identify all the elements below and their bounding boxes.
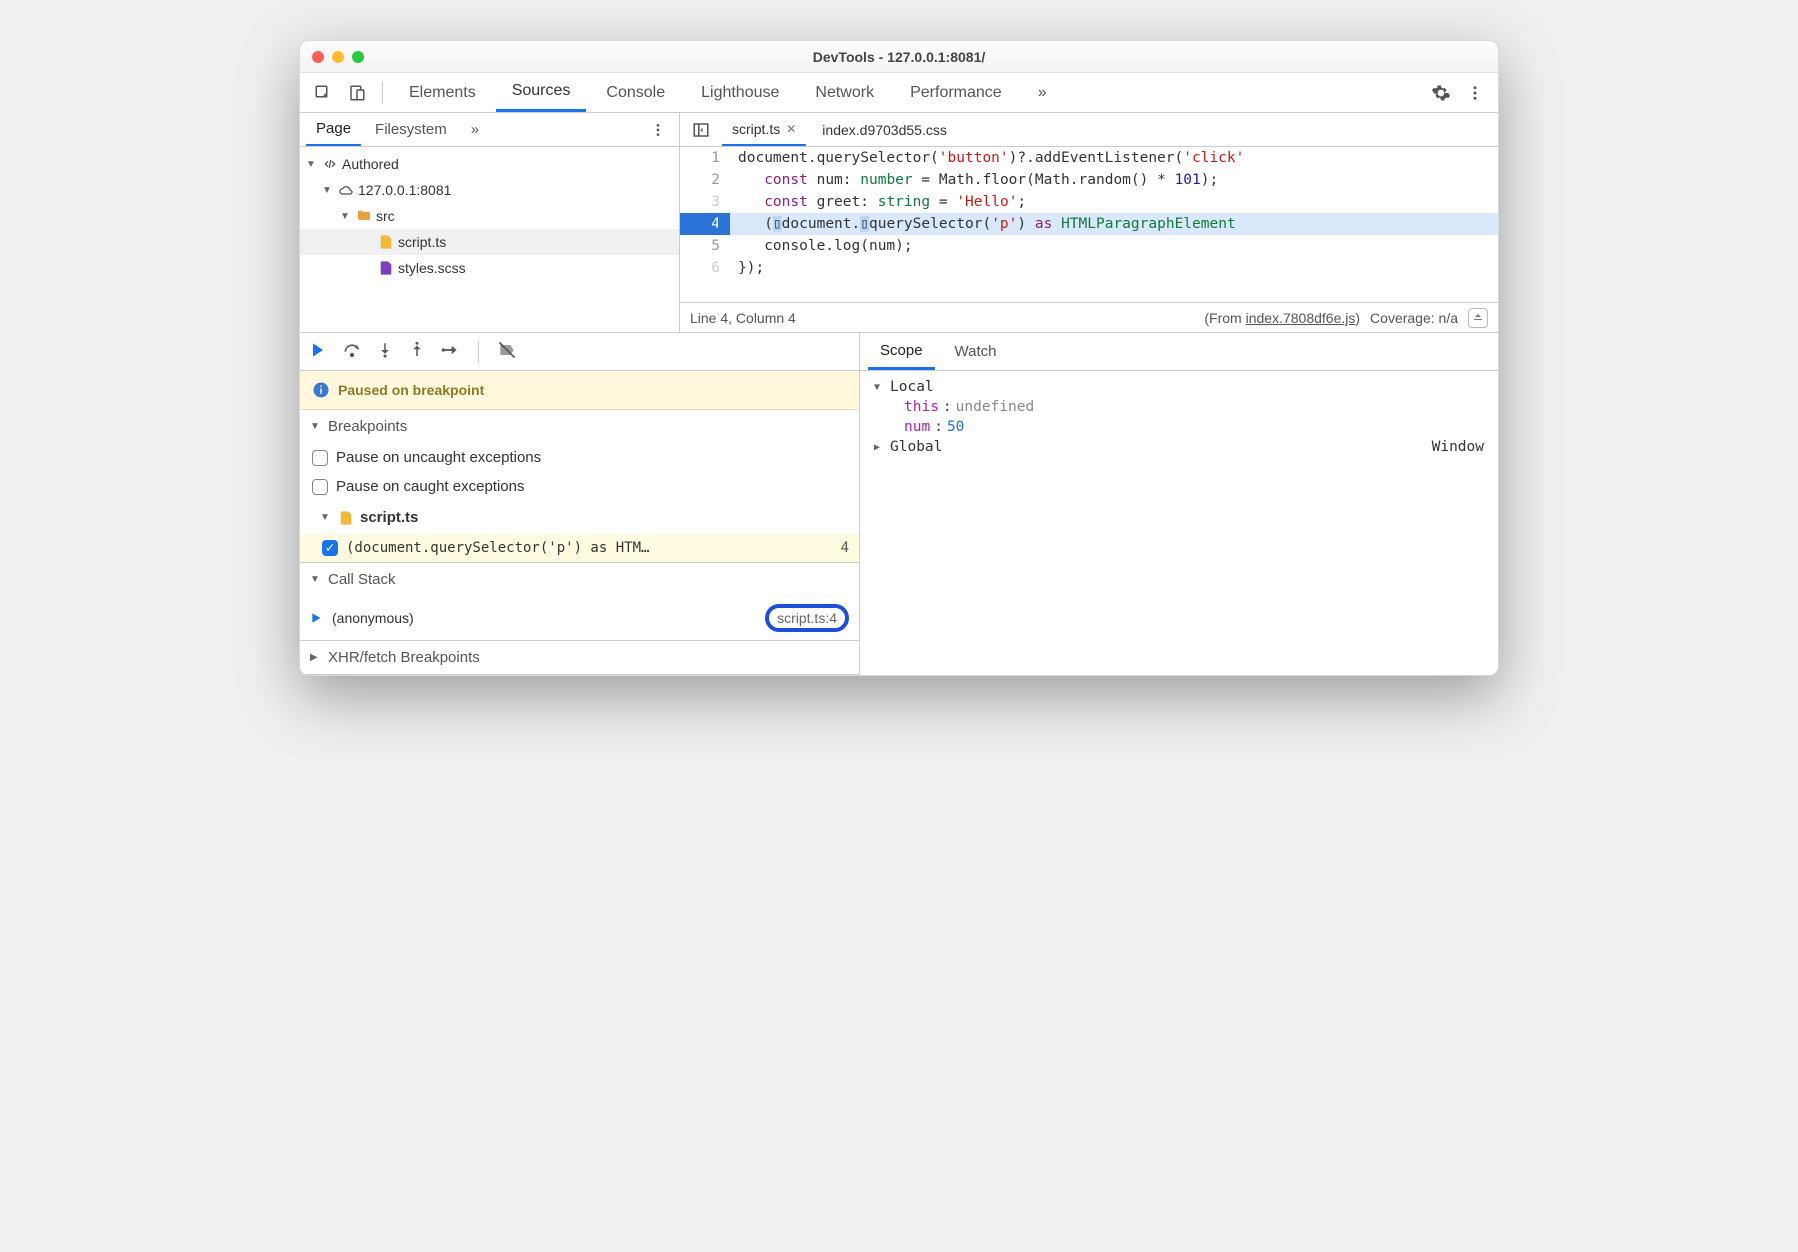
separator — [478, 341, 479, 363]
editor-statusbar: Line 4, Column 4 (From index.7808df6e.js… — [680, 302, 1498, 332]
navigator-tabs: Page Filesystem » — [300, 113, 679, 147]
navtab-page[interactable]: Page — [306, 113, 361, 146]
sourcemap-origin: (From index.7808df6e.js) — [1204, 310, 1360, 326]
more-menu-icon[interactable] — [1460, 78, 1490, 108]
file-script-icon — [378, 234, 394, 250]
editor-tabs: script.ts ✕ index.d9703d55.css — [680, 113, 1498, 147]
breakpoint-file-header[interactable]: ▼ script.ts — [300, 501, 859, 534]
folder-icon — [356, 208, 372, 224]
scope-tabs: Scope Watch — [860, 333, 1498, 371]
tab-elements[interactable]: Elements — [393, 73, 492, 112]
debugger-left: Paused on breakpoint ▼Breakpoints Pause … — [300, 333, 860, 675]
gutter-line[interactable]: 2 — [680, 169, 730, 191]
file-style-icon — [378, 260, 394, 276]
toggle-navigator-icon[interactable] — [686, 115, 716, 145]
window-title: DevTools - 127.0.0.1:8081/ — [300, 49, 1498, 65]
callstack-section: ▼Call Stack (anonymous) script.ts:4 — [300, 563, 859, 641]
breakpoints-header[interactable]: ▼Breakpoints — [300, 410, 859, 443]
resume-button[interactable] — [308, 340, 328, 363]
breakpoint-row[interactable]: ✓ (document.querySelector('p') as HTM… 4 — [300, 534, 859, 562]
tree-node-host[interactable]: ▼ 127.0.0.1:8081 — [300, 177, 679, 203]
scope-body: ▼Local this: undefined num: 50 ▶GlobalWi… — [860, 371, 1498, 463]
coverage-status: Coverage: n/a — [1370, 310, 1458, 326]
step-out-button[interactable] — [408, 341, 426, 362]
tab-scope[interactable]: Scope — [868, 333, 935, 370]
navtab-overflow[interactable]: » — [461, 113, 489, 146]
scope-global-header[interactable]: ▶GlobalWindow — [864, 437, 1494, 457]
pause-caught-checkbox[interactable]: Pause on caught exceptions — [300, 472, 859, 501]
callstack-frame[interactable]: (anonymous) script.ts:4 — [300, 596, 859, 640]
settings-icon[interactable] — [1426, 78, 1456, 108]
gutter-line[interactable]: 6 — [680, 257, 730, 279]
debugger-toolbar — [300, 333, 859, 371]
gutter-line[interactable]: 1 — [680, 147, 730, 169]
editor-panel: script.ts ✕ index.d9703d55.css 1document… — [680, 113, 1498, 332]
scope-panel: Scope Watch ▼Local this: undefined num: … — [860, 333, 1498, 675]
cloud-icon — [338, 182, 354, 198]
tree-file-script-ts[interactable]: script.ts — [300, 229, 679, 255]
titlebar: DevTools - 127.0.0.1:8081/ — [300, 41, 1498, 73]
callstack-location[interactable]: script.ts:4 — [765, 604, 849, 632]
file-script-icon — [338, 510, 354, 526]
scope-var-num[interactable]: num: 50 — [864, 417, 1494, 437]
close-tab-icon[interactable]: ✕ — [786, 122, 796, 136]
xhr-breakpoints-section: ▶XHR/fetch Breakpoints — [300, 641, 859, 675]
file-tree: ▼ Authored ▼ 127.0.0.1:8081 ▼ src script… — [300, 147, 679, 285]
tab-watch[interactable]: Watch — [943, 333, 1009, 370]
code-icon — [322, 156, 338, 172]
paused-banner: Paused on breakpoint — [300, 371, 859, 410]
devtools-window: DevTools - 127.0.0.1:8081/ Elements Sour… — [299, 40, 1499, 676]
navtab-filesystem[interactable]: Filesystem — [365, 113, 457, 146]
deactivate-breakpoints-button[interactable] — [497, 340, 517, 363]
tree-file-styles-scss[interactable]: styles.scss — [300, 255, 679, 281]
show-coverage-icon[interactable] — [1468, 308, 1488, 328]
gutter-line[interactable]: 5 — [680, 235, 730, 257]
tab-console[interactable]: Console — [590, 73, 681, 112]
cursor-position: Line 4, Column 4 — [690, 310, 796, 326]
tree-node-folder-src[interactable]: ▼ src — [300, 203, 679, 229]
step-over-button[interactable] — [342, 340, 362, 363]
callstack-header[interactable]: ▼Call Stack — [300, 563, 859, 596]
editor-tab-script-ts[interactable]: script.ts ✕ — [722, 113, 806, 146]
sources-main: Page Filesystem » ▼ Authored ▼ 127.0.0.1… — [300, 113, 1498, 333]
step-button[interactable] — [440, 340, 460, 363]
tab-sources[interactable]: Sources — [496, 73, 587, 112]
scope-var-this[interactable]: this: undefined — [864, 397, 1494, 417]
tabs-overflow[interactable]: » — [1022, 73, 1063, 112]
navigator-panel: Page Filesystem » ▼ Authored ▼ 127.0.0.1… — [300, 113, 680, 332]
editor-tab-index-css[interactable]: index.d9703d55.css — [812, 113, 957, 146]
gutter-line[interactable]: 3 — [680, 191, 730, 213]
gutter-line-current[interactable]: 4 — [680, 213, 730, 235]
tab-lighthouse[interactable]: Lighthouse — [685, 73, 795, 112]
tree-node-authored[interactable]: ▼ Authored — [300, 151, 679, 177]
breakpoints-section: ▼Breakpoints Pause on uncaught exception… — [300, 410, 859, 563]
inspect-element-icon[interactable] — [308, 78, 338, 108]
navigator-more-icon[interactable] — [643, 115, 673, 145]
tab-network[interactable]: Network — [799, 73, 890, 112]
step-into-button[interactable] — [376, 341, 394, 362]
device-toolbar-icon[interactable] — [342, 78, 372, 108]
xhr-breakpoints-header[interactable]: ▶XHR/fetch Breakpoints — [300, 641, 859, 674]
debugger-panel: Paused on breakpoint ▼Breakpoints Pause … — [300, 333, 1498, 675]
pause-uncaught-checkbox[interactable]: Pause on uncaught exceptions — [300, 443, 859, 472]
tab-performance[interactable]: Performance — [894, 73, 1018, 112]
separator — [382, 82, 383, 104]
code-editor[interactable]: 1document.querySelector('button')?.addEv… — [680, 147, 1498, 302]
scope-local-header[interactable]: ▼Local — [864, 377, 1494, 397]
top-tabbar: Elements Sources Console Lighthouse Netw… — [300, 73, 1498, 113]
